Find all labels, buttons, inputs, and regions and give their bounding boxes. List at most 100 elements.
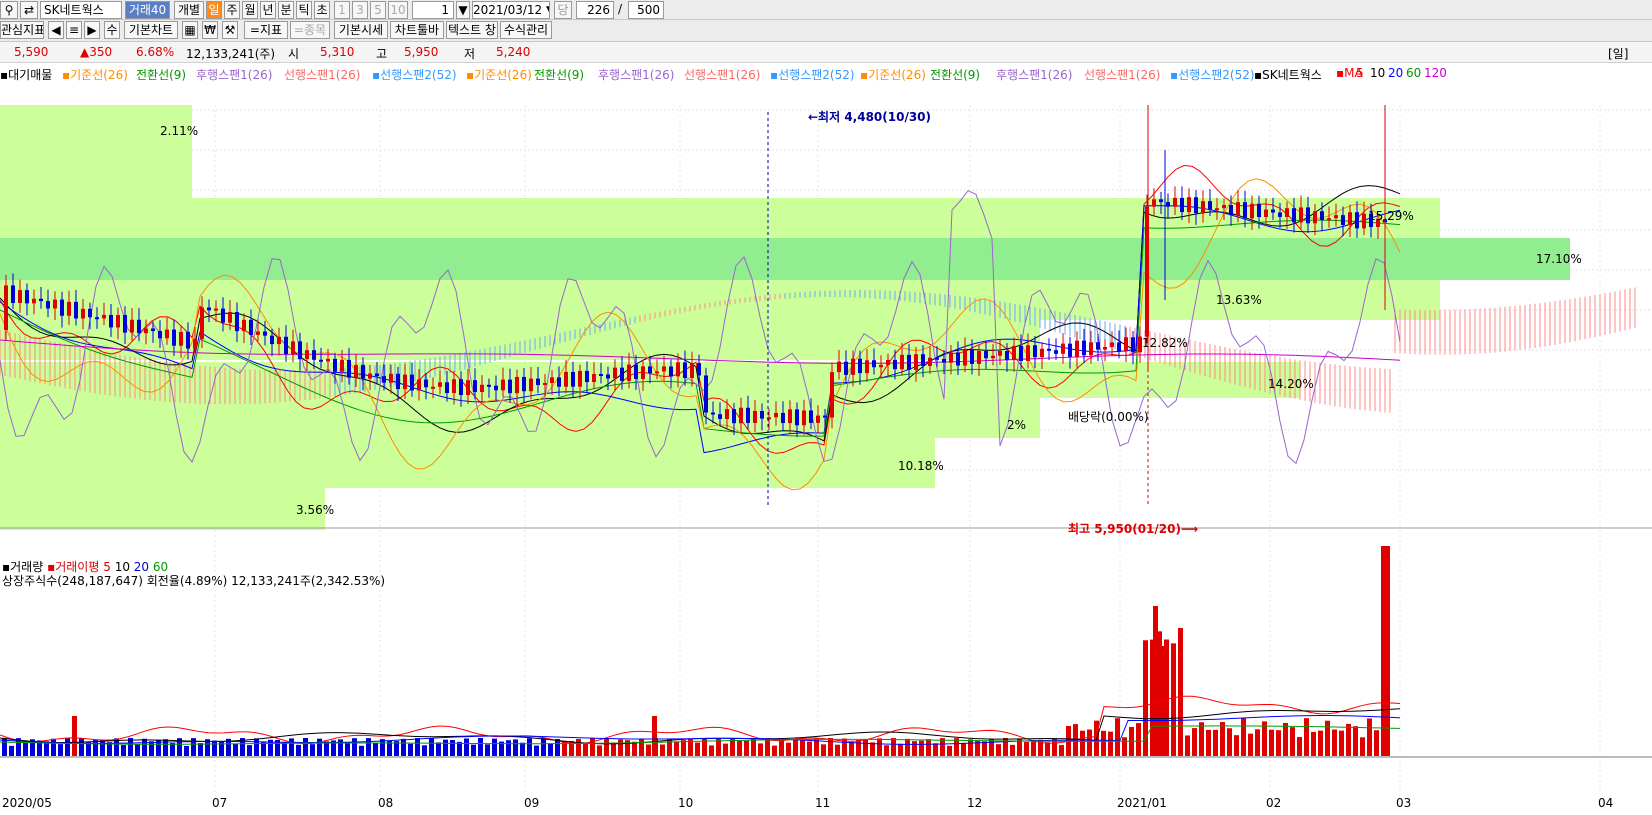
interval-dropdown-icon[interactable]: ▼ xyxy=(456,1,470,19)
volume-bar xyxy=(667,738,672,756)
basic-quote-button[interactable]: 기본시세 xyxy=(334,21,388,39)
volume-bar xyxy=(65,738,70,756)
volume-bar xyxy=(93,739,98,756)
volume-bar xyxy=(1297,737,1302,756)
candle-body xyxy=(1089,342,1093,356)
volume-bar xyxy=(401,738,406,756)
formula-button[interactable]: 수식관리 xyxy=(500,21,552,39)
total-input[interactable]: 500 xyxy=(628,1,664,19)
search-icon[interactable]: ⚲ xyxy=(0,1,18,19)
indicator-button[interactable]: =지표 xyxy=(244,21,288,39)
candle-body xyxy=(424,379,428,388)
period-year-button[interactable]: 년 xyxy=(260,1,276,19)
candle-body xyxy=(158,331,162,339)
volume-bar xyxy=(1276,730,1281,756)
interest-indicator-button[interactable]: 관심지표 xyxy=(0,21,44,39)
volume-bar xyxy=(135,744,140,756)
price-chart[interactable] xyxy=(0,84,1652,815)
volume-bar xyxy=(730,738,735,756)
su-button[interactable]: 수 xyxy=(104,21,120,39)
interval-10-button[interactable]: 10 xyxy=(388,1,408,19)
individual-button[interactable]: 개별 xyxy=(174,1,204,19)
volume-bar xyxy=(121,745,126,756)
volume-bar xyxy=(520,742,525,756)
volume-badge[interactable]: 거래40 xyxy=(125,1,170,19)
volume-bar xyxy=(772,745,777,756)
count-input[interactable]: 226 xyxy=(576,1,614,19)
prev-icon[interactable]: ◀ xyxy=(48,21,64,39)
period-minute-button[interactable]: 분 xyxy=(278,1,294,19)
candle-body xyxy=(543,383,547,386)
period-second-button[interactable]: 초 xyxy=(314,1,330,19)
period-week-button[interactable]: 주 xyxy=(224,1,240,19)
low-marker-label: ←최저 4,480(10/30) xyxy=(808,110,932,124)
candle-body xyxy=(809,410,813,423)
band-pct-label: 14.20% xyxy=(1268,377,1314,391)
candle-body xyxy=(795,409,799,426)
candle-body xyxy=(1110,342,1114,347)
refresh-icon[interactable]: ⇄ xyxy=(20,1,38,19)
volume-bar xyxy=(1360,737,1365,756)
date-picker[interactable]: 2021/03/12 ▼ xyxy=(472,1,550,19)
volume-bar xyxy=(1385,546,1390,756)
candle-body xyxy=(116,315,120,328)
candle-body xyxy=(1019,345,1023,361)
candle-body xyxy=(1005,350,1009,361)
volume-bar xyxy=(709,745,714,756)
volume-bar xyxy=(1374,730,1379,756)
interval-3-button[interactable]: 3 xyxy=(352,1,368,19)
candle-body xyxy=(1159,199,1163,203)
volume-bar xyxy=(1045,742,1050,756)
legend-item: ▪기준선(26) xyxy=(62,68,128,82)
volume-bar xyxy=(1234,735,1239,756)
volume-bar xyxy=(1213,729,1218,756)
volume-bar xyxy=(688,739,693,756)
high-label: 고 xyxy=(376,47,388,61)
candle-body xyxy=(1285,208,1289,217)
candle-body xyxy=(235,311,239,332)
candle-body xyxy=(858,358,862,374)
candle-body xyxy=(1355,212,1359,229)
volume-bar xyxy=(1024,742,1029,756)
won-icon[interactable]: ₩ xyxy=(202,21,218,39)
period-tick-button[interactable]: 틱 xyxy=(296,1,312,19)
candle-body xyxy=(1313,211,1317,224)
legend-item: 60 xyxy=(1406,66,1422,80)
chart-toolbar-button[interactable]: 차트툴바 xyxy=(390,21,444,39)
volume-bar xyxy=(1241,718,1246,756)
candle-body xyxy=(494,385,498,391)
candle-body xyxy=(1215,208,1219,211)
interval-count-input[interactable]: 1 xyxy=(412,1,454,19)
text-window-button[interactable]: 텍스트 창 xyxy=(446,21,498,39)
low-label: 저 xyxy=(464,47,476,61)
candle-body xyxy=(942,358,946,363)
list-icon[interactable]: ≡ xyxy=(66,21,82,39)
volume-bar xyxy=(674,741,679,756)
candle-body xyxy=(963,349,967,366)
stock-name-field[interactable]: SK네트웍스 xyxy=(40,1,122,19)
period-day-button[interactable]: 일 xyxy=(206,1,222,19)
candle-body xyxy=(711,412,715,415)
candle-body xyxy=(774,412,778,418)
candle-body xyxy=(634,364,638,379)
interval-5-button[interactable]: 5 xyxy=(370,1,386,19)
period-month-button[interactable]: 월 xyxy=(242,1,258,19)
volume-bar xyxy=(1227,728,1232,756)
candle-body xyxy=(256,331,260,335)
interval-1-button[interactable]: 1 xyxy=(334,1,350,19)
grid-icon[interactable]: ▦ xyxy=(182,21,198,39)
volume-bar xyxy=(471,744,476,756)
candle-body xyxy=(1173,197,1177,207)
date-label: 11 xyxy=(815,796,831,810)
dang-button[interactable]: 당 xyxy=(554,1,572,19)
volume-bar xyxy=(751,739,756,756)
tool-icon[interactable]: ⚒ xyxy=(222,21,238,39)
item-button[interactable]: =종목 xyxy=(290,21,330,39)
indicator-legend: ▪대기매물 ▪기준선(26) 전환선(9) 후행스팬1(26) 선행스팬1(26) ▪선행… xyxy=(0,64,1652,82)
next-icon[interactable]: ▶ xyxy=(84,21,100,39)
candle-body xyxy=(788,409,792,424)
volume-bar xyxy=(170,743,175,756)
candle-body xyxy=(242,319,246,332)
candle-body xyxy=(487,384,491,387)
basic-chart-button[interactable]: 기본차트 xyxy=(124,21,178,39)
